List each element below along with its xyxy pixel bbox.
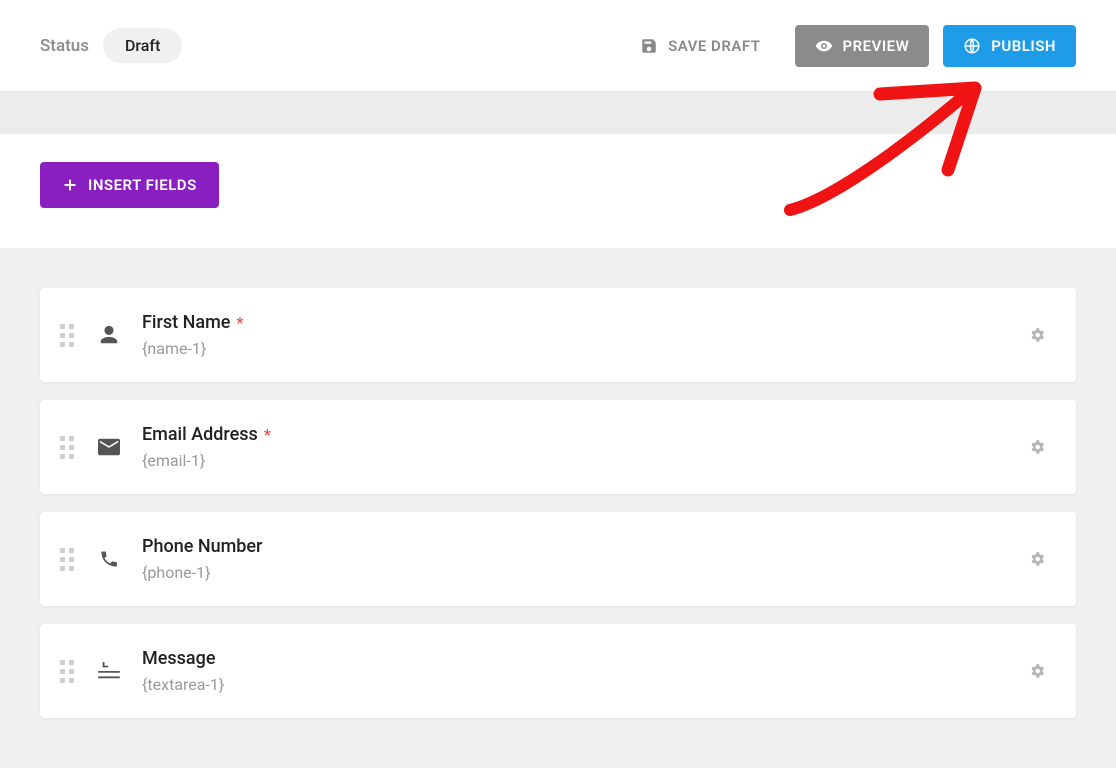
person-icon [96, 324, 122, 346]
drag-handle-icon[interactable] [60, 548, 74, 571]
field-card-first-name[interactable]: First Name * {name-1} [40, 288, 1076, 382]
required-star-icon: * [236, 313, 243, 332]
field-settings-button[interactable] [1024, 434, 1050, 460]
eye-icon [815, 37, 833, 55]
drag-handle-icon[interactable] [60, 324, 74, 347]
field-token: {phone-1} [142, 563, 1024, 582]
save-draft-button[interactable]: SAVE DRAFT [620, 25, 780, 67]
topbar: Status Draft SAVE DRAFT PREVIEW PUBLISH [0, 0, 1116, 92]
publish-button[interactable]: PUBLISH [943, 25, 1076, 67]
preview-label: PREVIEW [843, 37, 910, 55]
insert-fields-label: INSERT FIELDS [88, 176, 197, 194]
field-token: {name-1} [142, 339, 1024, 358]
insert-panel: INSERT FIELDS [0, 134, 1116, 248]
textarea-icon [96, 662, 122, 680]
field-label: Message [142, 648, 215, 669]
field-settings-button[interactable] [1024, 658, 1050, 684]
field-card-email[interactable]: Email Address * {email-1} [40, 400, 1076, 494]
field-label: First Name [142, 312, 230, 333]
status-label: Status [40, 36, 89, 56]
phone-icon [96, 549, 122, 569]
topbar-actions: SAVE DRAFT PREVIEW PUBLISH [620, 25, 1076, 67]
gear-icon [1028, 550, 1046, 568]
drag-handle-icon[interactable] [60, 436, 74, 459]
field-body: Message {textarea-1} [142, 648, 1024, 694]
field-card-phone[interactable]: Phone Number {phone-1} [40, 512, 1076, 606]
field-label: Phone Number [142, 536, 262, 557]
field-card-message[interactable]: Message {textarea-1} [40, 624, 1076, 718]
field-body: Email Address * {email-1} [142, 424, 1024, 470]
field-token: {email-1} [142, 451, 1024, 470]
field-body: Phone Number {phone-1} [142, 536, 1024, 582]
gear-icon [1028, 326, 1046, 344]
field-label: Email Address [142, 424, 258, 445]
gear-icon [1028, 662, 1046, 680]
separator-band [0, 92, 1116, 134]
preview-button[interactable]: PREVIEW [795, 25, 930, 67]
field-settings-button[interactable] [1024, 546, 1050, 572]
save-draft-label: SAVE DRAFT [668, 37, 760, 55]
drag-handle-icon[interactable] [60, 660, 74, 683]
field-settings-button[interactable] [1024, 322, 1050, 348]
globe-icon [963, 37, 981, 55]
plus-icon [62, 177, 78, 193]
field-token: {textarea-1} [142, 675, 1024, 694]
field-body: First Name * {name-1} [142, 312, 1024, 358]
envelope-icon [96, 438, 122, 456]
status-badge: Draft [103, 28, 182, 63]
publish-label: PUBLISH [991, 37, 1056, 55]
required-star-icon: * [264, 425, 271, 444]
save-icon [640, 37, 658, 55]
insert-fields-button[interactable]: INSERT FIELDS [40, 162, 219, 208]
fields-list: First Name * {name-1} Email Address * {e… [0, 248, 1116, 718]
gear-icon [1028, 438, 1046, 456]
status-group: Status Draft [40, 28, 182, 63]
